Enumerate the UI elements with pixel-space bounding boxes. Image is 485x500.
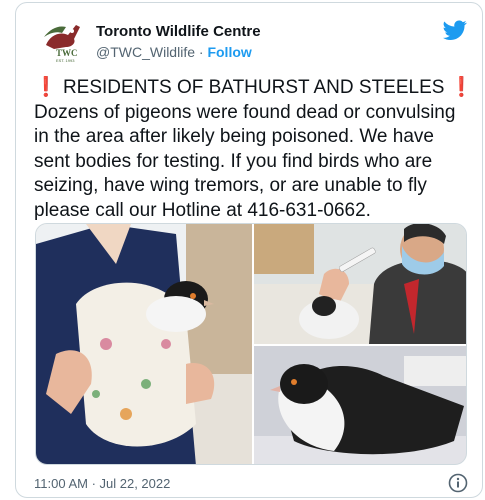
exclamation-icon: ❗ [449,77,474,98]
tweet-headline: ❗ RESIDENTS OF BATHURST AND STEELES ❗ [34,76,474,101]
twitter-bird-icon[interactable] [443,18,467,42]
tweet-body: Dozens of pigeons were found dead or con… [34,101,456,221]
tweet-card[interactable]: TWC EST. 1993 Toronto Wildlife Centre @T… [15,2,483,498]
author-handle[interactable]: @TWC_Wildlife [96,44,195,60]
tweet-text: ❗ RESIDENTS OF BATHURST AND STEELES ❗ Do… [34,76,474,223]
tweet-header: TWC EST. 1993 Toronto Wildlife Centre @T… [16,3,482,73]
author-name[interactable]: Toronto Wildlife Centre [96,23,261,40]
media-grid [35,223,467,465]
tweet-timestamp[interactable]: 11:00 AM · Jul 22, 2022 [34,476,170,491]
exclamation-icon: ❗ [34,77,58,98]
photo-pigeon-in-towel[interactable] [36,224,252,464]
photo-feeding-pigeon[interactable] [254,224,466,344]
follow-button[interactable]: Follow [207,44,251,60]
avatar-subtext: EST. 1993 [56,58,75,63]
separator-dot: · [198,44,204,60]
avatar[interactable]: TWC EST. 1993 [36,17,86,63]
photo-pigeon-resting[interactable] [254,346,466,464]
headline-text: RESIDENTS OF BATHURST AND STEELES [62,77,445,98]
avatar-text: TWC [56,48,78,58]
info-icon[interactable] [448,473,468,493]
handle-line: @TWC_Wildlife · Follow [96,44,252,60]
